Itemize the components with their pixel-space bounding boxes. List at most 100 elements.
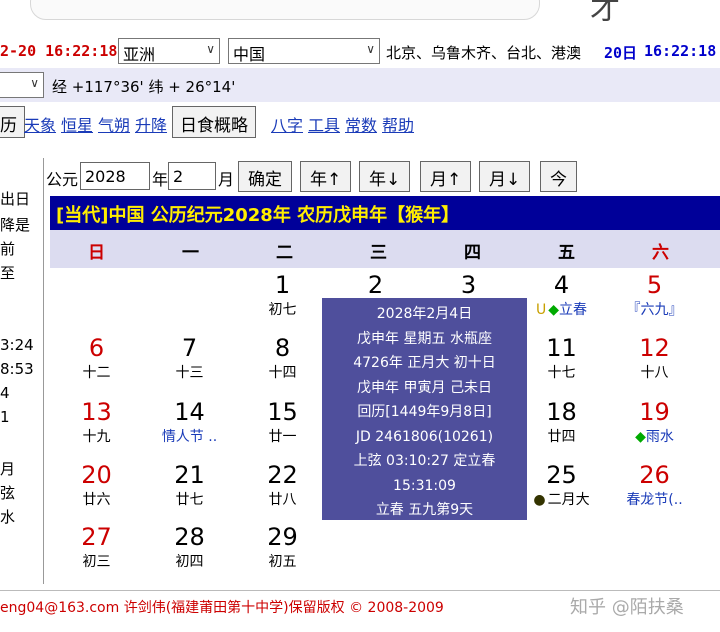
- year-down-button[interactable]: 年↓: [359, 161, 411, 192]
- link-bangzhu[interactable]: 帮助: [382, 112, 414, 136]
- link-gongju[interactable]: 工具: [308, 112, 340, 136]
- main-menu: 历 天象 恒星 气朔 升降 日食概略 八字 工具 常数 帮助: [0, 106, 720, 138]
- lunar-text: 情人节 ..: [161, 429, 218, 445]
- lunar-label: 十八: [608, 363, 701, 383]
- day-number: 21: [174, 461, 205, 489]
- day-cell[interactable]: 3: [422, 270, 515, 300]
- chevron-down-icon: ∨: [30, 76, 39, 90]
- lunar-label: 春龙节(..: [608, 490, 701, 510]
- watermark: 知乎 @陌扶桑: [570, 597, 684, 618]
- day-number: 22: [267, 461, 298, 489]
- region-select-value: 亚洲: [123, 45, 156, 64]
- day-number: 25: [546, 461, 577, 489]
- day-cell[interactable]: 11 十七: [515, 333, 608, 383]
- lunar-text: 十八: [640, 365, 669, 381]
- calendar-button[interactable]: 历: [0, 106, 25, 138]
- lunar-text: 初五: [268, 554, 297, 570]
- header-glyph: 才: [590, 0, 620, 27]
- month-input[interactable]: [168, 162, 216, 190]
- lunar-text: 雨水: [645, 429, 674, 445]
- day-cell[interactable]: 19 ◆雨水: [608, 397, 701, 447]
- coordinate-row: ∨ 经 +117°36' 纬 + 26°14': [0, 68, 720, 102]
- day-cell[interactable]: 27 初三: [50, 522, 143, 572]
- popup-line: 戊申年 星期五 水瓶座: [357, 330, 492, 347]
- lunar-label: U ◆立春: [515, 300, 608, 320]
- address-bar[interactable]: [30, 0, 540, 20]
- day-detail-popup: 2028年2月4日 戊申年 星期五 水瓶座 4726年 正月大 初十日 戊申年 …: [322, 298, 527, 520]
- day-cell[interactable]: 18 廿四: [515, 397, 608, 447]
- link-hengxing[interactable]: 恒星: [61, 112, 93, 136]
- weekday-fri: 五: [558, 243, 575, 263]
- day-number: 13: [81, 398, 112, 426]
- lunar-text: 廿一: [268, 429, 297, 445]
- day-cell[interactable]: 15 廿一: [236, 397, 329, 447]
- day-cell[interactable]: 2: [329, 270, 422, 300]
- lunar-label: 十七: [515, 363, 608, 383]
- day-cell[interactable]: 20 廿六: [50, 460, 143, 510]
- link-shengjiang[interactable]: 升降: [135, 112, 167, 136]
- left-fragment: 4: [0, 384, 10, 402]
- day-cell[interactable]: 7 十三: [143, 333, 236, 383]
- day-cell[interactable]: 1 初七: [236, 270, 329, 320]
- day-cell[interactable]: 29 初五: [236, 522, 329, 572]
- day-number: 8: [274, 334, 291, 362]
- left-fragment: 1: [0, 408, 10, 426]
- day-cell[interactable]: 26 春龙节(..: [608, 460, 701, 510]
- today-button[interactable]: 今: [540, 161, 577, 192]
- lunar-label: 廿一: [236, 427, 329, 447]
- popup-line: 上弦 03:10:27 定立春: [353, 453, 496, 469]
- day-cell[interactable]: 28 初四: [143, 522, 236, 572]
- day-cell[interactable]: 22 廿八: [236, 460, 329, 510]
- day-cell[interactable]: 25 ● 二月大: [515, 460, 608, 510]
- day-number: 18: [546, 398, 577, 426]
- left-fragment: 3:24: [0, 336, 34, 354]
- region-select[interactable]: 亚洲 ∨: [118, 38, 220, 64]
- lunar-label: 情人节 ..: [143, 427, 236, 447]
- day-number: 5: [646, 271, 663, 299]
- confirm-button[interactable]: 确定: [238, 161, 292, 192]
- lunar-label: 初四: [143, 552, 236, 572]
- lunar-text: 廿六: [82, 492, 111, 508]
- link-qishuo[interactable]: 气朔: [98, 112, 130, 136]
- left-fragment: 水: [0, 508, 16, 526]
- year-input[interactable]: [80, 162, 150, 190]
- left-fragment: 出日: [0, 190, 31, 208]
- day-number: 4: [553, 271, 570, 299]
- day-cell[interactable]: 4 U ◆立春: [515, 270, 608, 320]
- day-cell[interactable]: 13 十九: [50, 397, 143, 447]
- browser-top-bar: 才: [0, 0, 720, 34]
- day-number: 14: [174, 398, 205, 426]
- location-select[interactable]: ∨: [0, 72, 44, 98]
- eclipse-overview-button[interactable]: 日食概略: [172, 106, 256, 138]
- month-up-button[interactable]: 月↑: [420, 161, 472, 192]
- country-select[interactable]: 中国 ∨: [228, 38, 380, 64]
- year-up-button[interactable]: 年↑: [300, 161, 352, 192]
- weekday-sat: 六: [652, 243, 669, 263]
- day-cell[interactable]: 6 十二: [50, 333, 143, 383]
- lunar-text: 十七: [547, 365, 576, 381]
- footer: eng04@163.com 许剑伟(福建莆田第十中学)保留版权 © 2008-2…: [0, 590, 720, 620]
- lunar-label: 初五: [236, 552, 329, 572]
- day-cell[interactable]: 5 『六九』: [608, 270, 701, 320]
- lunar-text: 廿八: [268, 492, 297, 508]
- panel-divider: [43, 158, 44, 584]
- day-number: 19: [639, 398, 670, 426]
- weekday-sun: 日: [88, 243, 105, 263]
- left-fragment: 弦: [0, 484, 16, 502]
- lunar-text: 初四: [175, 554, 204, 570]
- lunar-text: 廿四: [547, 429, 576, 445]
- day-cell[interactable]: 8 十四: [236, 333, 329, 383]
- link-bazi[interactable]: 八字: [271, 112, 303, 136]
- link-tianxiang[interactable]: 天象: [24, 112, 56, 136]
- month-down-button[interactable]: 月↓: [479, 161, 531, 192]
- left-fragment: 前: [0, 240, 16, 258]
- weekday-mon: 一: [182, 243, 199, 263]
- popup-line: JD 2461806(10261): [355, 428, 494, 445]
- link-changshu[interactable]: 常数: [345, 112, 377, 136]
- day-cell[interactable]: 12 十八: [608, 333, 701, 383]
- time-zone-row: 2-20 16:22:18 亚洲 ∨ 中国 ∨ 北京、乌鲁木齐、台北、港澳 20…: [0, 38, 720, 66]
- day-cell[interactable]: 21 廿七: [143, 460, 236, 510]
- day-cell[interactable]: 14 情人节 ..: [143, 397, 236, 447]
- date-controls: 公元 年 月 确定 年↑ 年↓ 月↑ 月↓ 今: [46, 160, 666, 192]
- day-number: 11: [546, 334, 577, 362]
